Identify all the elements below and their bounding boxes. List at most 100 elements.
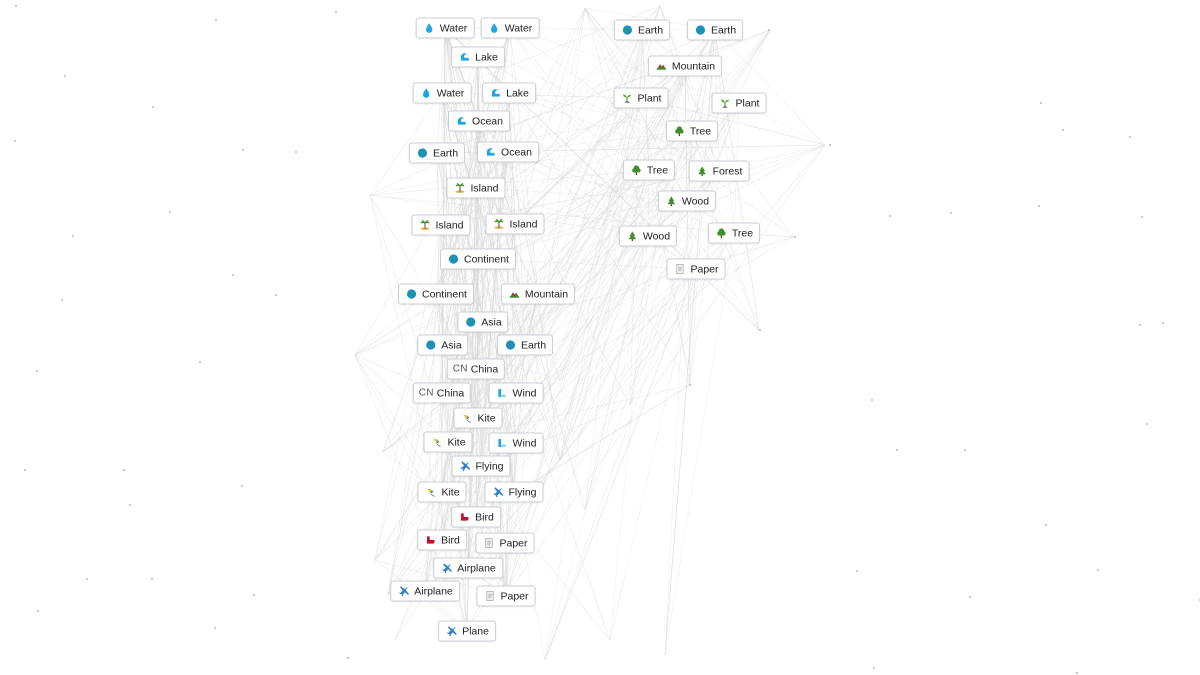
element-tile-kite[interactable]: Kite (417, 481, 467, 503)
paper-icon (674, 264, 685, 275)
background-dot (61, 299, 63, 301)
element-tile-china[interactable]: CN China (412, 382, 472, 404)
element-tile-flying[interactable]: Flying (484, 481, 544, 503)
element-tile-earth[interactable]: Earth (613, 19, 671, 41)
background-dot (829, 144, 831, 146)
connection-line (629, 29, 716, 406)
palm-island-icon (419, 220, 430, 231)
connection-line (544, 268, 697, 661)
connection-line (467, 144, 826, 569)
element-tile-wood[interactable]: Wood (657, 190, 717, 212)
element-tile-tree[interactable]: Tree (665, 120, 719, 142)
wave-icon (490, 88, 501, 99)
element-label: Plant (735, 97, 760, 109)
element-tile-paper[interactable]: Paper (476, 585, 536, 607)
element-tile-island[interactable]: Island (446, 177, 506, 199)
background-dot (1129, 136, 1131, 138)
element-label: Wind (512, 387, 537, 399)
element-tile-asia[interactable]: Asia (417, 334, 469, 356)
element-tile-airplane[interactable]: Airplane (433, 557, 503, 579)
background-dot (242, 149, 244, 151)
element-tile-mountain[interactable]: Mountain (500, 283, 576, 305)
connection-line (559, 232, 735, 381)
background-dot (215, 19, 217, 21)
element-label: Ocean (472, 115, 503, 127)
element-label: Flying (508, 486, 537, 498)
element-tile-earth[interactable]: Earth (496, 334, 554, 356)
element-tile-paper[interactable]: Paper (666, 258, 726, 280)
element-tile-paper[interactable]: Paper (475, 532, 535, 554)
background-dot (1038, 205, 1040, 207)
element-label: Island (509, 218, 538, 230)
element-tile-airplane[interactable]: Airplane (390, 580, 460, 602)
airplane-icon (446, 626, 457, 637)
element-tile-kite[interactable]: Kite (423, 431, 473, 453)
background-dot (37, 610, 39, 612)
element-tile-mountain[interactable]: Mountain (647, 55, 723, 77)
connection-line (475, 258, 479, 518)
element-tile-water[interactable]: Water (415, 17, 475, 39)
connection-line (478, 120, 516, 225)
tree-icon (631, 165, 642, 176)
wave-icon (459, 52, 470, 63)
connection-line (513, 344, 526, 493)
airplane-icon (398, 586, 409, 597)
element-tile-island[interactable]: Island (485, 213, 545, 235)
element-label: Water (504, 22, 533, 34)
element-tile-continent[interactable]: Continent (440, 248, 516, 270)
element-tile-plane[interactable]: Plane (438, 620, 496, 642)
kite-icon (431, 437, 442, 448)
element-tile-ocean[interactable]: Ocean (448, 110, 510, 132)
element-tile-tree[interactable]: Tree (622, 159, 676, 181)
background-dot (36, 370, 38, 372)
connection-line (441, 92, 477, 189)
connection-line (684, 65, 720, 172)
globe-icon (695, 25, 706, 36)
element-tile-plant[interactable]: Plant (613, 87, 669, 109)
airplane-icon (459, 461, 471, 472)
element-tile-wood[interactable]: Wood (618, 225, 678, 247)
element-tile-plant[interactable]: Plant (711, 92, 767, 114)
element-label: Wood (681, 195, 710, 207)
element-tile-continent[interactable]: Continent (398, 283, 474, 305)
connection-line (559, 235, 649, 461)
element-label: Mountain (671, 60, 716, 72)
element-tile-earth[interactable]: Earth (408, 142, 466, 164)
craft-canvas[interactable]: Water Water Lake Water Lake Ocean Earth … (0, 0, 1200, 675)
element-label: Bird (441, 534, 460, 546)
element-tile-island[interactable]: Island (411, 214, 471, 236)
element-tile-china[interactable]: CN China (446, 358, 506, 380)
background-dot (123, 469, 125, 471)
element-label: Asia (481, 316, 502, 328)
element-tile-bird[interactable]: Bird (451, 506, 501, 528)
element-tile-earth[interactable]: Earth (686, 19, 744, 41)
element-tile-wind[interactable]: Wind (488, 432, 544, 454)
globe-icon (448, 254, 459, 265)
element-tile-water[interactable]: Water (412, 82, 472, 104)
connection-line (444, 27, 484, 323)
bird-icon (425, 535, 436, 546)
element-tile-asia[interactable]: Asia (457, 311, 509, 333)
connection-line (444, 27, 480, 122)
element-tile-water[interactable]: Water (480, 17, 540, 39)
element-label: Earth (520, 339, 547, 351)
background-dot (253, 594, 255, 596)
element-tile-ocean[interactable]: Ocean (477, 141, 539, 163)
element-tile-wind[interactable]: Wind (488, 382, 544, 404)
element-tile-lake[interactable]: Lake (482, 82, 536, 104)
background-dot (871, 399, 873, 401)
element-tile-bird[interactable]: Bird (417, 529, 467, 551)
element-tile-kite[interactable]: Kite (453, 407, 503, 429)
element-label: China (470, 363, 499, 375)
element-tile-forest[interactable]: Forest (688, 160, 750, 182)
connection-line (441, 92, 642, 99)
element-tile-flying[interactable]: Flying (451, 455, 511, 477)
element-tile-tree[interactable]: Tree (707, 222, 761, 244)
element-tile-lake[interactable]: Lake (451, 46, 505, 68)
connection-line (477, 151, 509, 260)
element-label: Kite (441, 486, 460, 498)
water-drop-icon (489, 23, 500, 34)
element-label: Paper (499, 537, 528, 549)
connection-line (394, 97, 642, 641)
background-dot (856, 570, 858, 572)
